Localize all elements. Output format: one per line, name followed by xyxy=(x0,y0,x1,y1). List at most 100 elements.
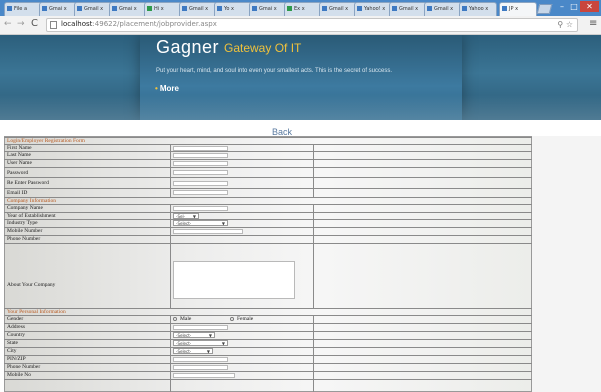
form-row-user-name: User Name xyxy=(4,159,532,167)
browser-tab[interactable]: Gmai x xyxy=(39,2,77,16)
form-row-state: State -Select- ▼ xyxy=(4,339,532,347)
form-row-industry: Industry Type -Select- ▼ xyxy=(4,219,532,227)
field-label: Re Enter Password xyxy=(7,180,49,186)
form-row-mobile: Mobile Number xyxy=(4,227,532,235)
tab-favicon-icon xyxy=(427,6,432,11)
browser-tab[interactable]: Gmail x xyxy=(319,2,357,16)
about-company-textarea[interactable] xyxy=(173,261,295,299)
minimize-icon[interactable]: – xyxy=(556,1,568,12)
new-tab-button[interactable] xyxy=(536,4,553,14)
form-row-company-name: Company Name xyxy=(4,204,532,212)
password-input[interactable] xyxy=(173,170,228,175)
forward-arrow-icon[interactable]: → xyxy=(17,19,25,29)
tab-favicon-icon xyxy=(462,6,467,11)
form-row-last-name: Last Name xyxy=(4,151,532,159)
form-row-gender: Gender Male Female xyxy=(4,315,532,323)
mobile-no-input[interactable] xyxy=(173,373,235,378)
gender-male-radio[interactable] xyxy=(173,317,177,321)
form-row-address: Address xyxy=(4,323,532,331)
form-row-password: Password xyxy=(4,167,532,177)
section-header-login: Login/Employer Registration Form xyxy=(4,137,532,144)
right-gutter xyxy=(532,136,601,392)
field-label: State xyxy=(7,340,18,346)
tab-favicon-icon xyxy=(7,6,12,11)
browser-tab[interactable]: File a xyxy=(4,2,42,16)
tab-favicon-icon xyxy=(502,6,507,11)
form-row-mobile-2: Mobile No xyxy=(4,371,532,379)
form-row-first-name: First Name xyxy=(4,144,532,151)
field-label: Phone Number xyxy=(7,236,41,242)
reload-icon[interactable]: C xyxy=(31,18,38,29)
section-header-company: Company Information xyxy=(4,197,532,204)
field-label: PIN/ZIP xyxy=(7,356,26,362)
more-link[interactable]: • More xyxy=(155,84,179,93)
back-arrow-icon[interactable]: ← xyxy=(4,19,12,29)
browser-tab[interactable]: Yo x xyxy=(214,2,252,16)
browser-tab[interactable]: Ex x xyxy=(284,2,322,16)
address-input[interactable] xyxy=(173,325,228,330)
tab-favicon-icon xyxy=(287,6,292,11)
browser-tab[interactable]: Gmai x xyxy=(249,2,287,16)
tab-favicon-icon xyxy=(77,6,82,11)
field-label: Industry Type xyxy=(7,220,38,226)
chevron-down-icon: ▼ xyxy=(206,349,210,354)
browser-tab[interactable]: Gmail x xyxy=(424,2,462,16)
chevron-down-icon: ▼ xyxy=(208,333,212,338)
field-label: Address xyxy=(7,324,26,330)
field-label: Mobile Number xyxy=(7,228,43,234)
close-icon[interactable]: ✕ xyxy=(580,1,599,12)
tab-favicon-icon xyxy=(42,6,47,11)
field-label: Last Name xyxy=(7,152,31,158)
tab-favicon-icon xyxy=(252,6,257,11)
country-select[interactable]: -Select- ▼ xyxy=(173,332,215,338)
form-row-city: City -Select- ▼ xyxy=(4,347,532,355)
section-header-personal: Your Personal Information xyxy=(4,308,532,315)
tab-favicon-icon xyxy=(112,6,117,11)
city-select[interactable]: -Select- ▼ xyxy=(173,348,213,354)
re-password-input[interactable] xyxy=(173,181,228,186)
last-name-input[interactable] xyxy=(173,153,228,158)
browser-tab[interactable]: Gmail x xyxy=(179,2,217,16)
gender-female-radio[interactable] xyxy=(230,317,234,321)
form-row-phone: Phone Number xyxy=(4,235,532,243)
page-icon xyxy=(50,21,57,29)
pin-input[interactable] xyxy=(173,357,228,362)
field-label: Phone Number xyxy=(7,364,41,370)
form-row-pin: PIN/ZIP xyxy=(4,355,532,363)
state-select[interactable]: -Select- ▼ xyxy=(173,340,228,346)
field-label: Mobile No xyxy=(7,372,31,378)
browser-tab[interactable]: Yahoo! x xyxy=(354,2,392,16)
browser-tab-active[interactable]: JP x xyxy=(499,2,537,16)
form-row-about: About Your Company xyxy=(4,243,532,308)
browser-tab[interactable]: Gmail x xyxy=(389,2,427,16)
tab-favicon-icon xyxy=(322,6,327,11)
field-label: About Your Company xyxy=(7,282,56,288)
radio-label: Female xyxy=(237,316,254,322)
mobile-input[interactable] xyxy=(173,229,243,234)
address-bar: ← → C localhost:49622/placement/jobprovi… xyxy=(0,16,601,35)
zoom-icon[interactable]: ⚲ ☆ xyxy=(557,20,573,29)
field-label: Email ID xyxy=(7,190,28,196)
user-name-input[interactable] xyxy=(173,161,228,166)
field-label: Company Name xyxy=(7,205,43,211)
url-input[interactable]: localhost:49622/placement/jobprovider.as… xyxy=(46,18,578,32)
menu-icon[interactable]: ≡ xyxy=(589,18,597,29)
field-label: Gender xyxy=(7,316,24,322)
tab-favicon-icon xyxy=(182,6,187,11)
header-glow xyxy=(0,95,601,120)
browser-tab[interactable]: Yahoo x xyxy=(459,2,497,16)
form-row-empty xyxy=(4,379,532,392)
company-name-input[interactable] xyxy=(173,206,228,211)
industry-select[interactable]: -Select- ▼ xyxy=(173,220,228,226)
tab-favicon-icon xyxy=(147,6,152,11)
maximize-icon[interactable]: □ xyxy=(568,1,580,12)
phone-input[interactable] xyxy=(173,365,228,370)
email-input[interactable] xyxy=(173,190,228,195)
browser-tab[interactable]: Gmail x xyxy=(74,2,112,16)
chevron-down-icon: ▼ xyxy=(221,221,225,226)
form-row-year: Year of Establishment -Sel- ▼ xyxy=(4,212,532,219)
bullet-icon: • xyxy=(155,84,158,93)
browser-tab[interactable]: Hi x xyxy=(144,2,182,16)
url-text: localhost:49622/placement/jobprovider.as… xyxy=(61,20,217,28)
browser-tab[interactable]: Gmai x xyxy=(109,2,147,16)
